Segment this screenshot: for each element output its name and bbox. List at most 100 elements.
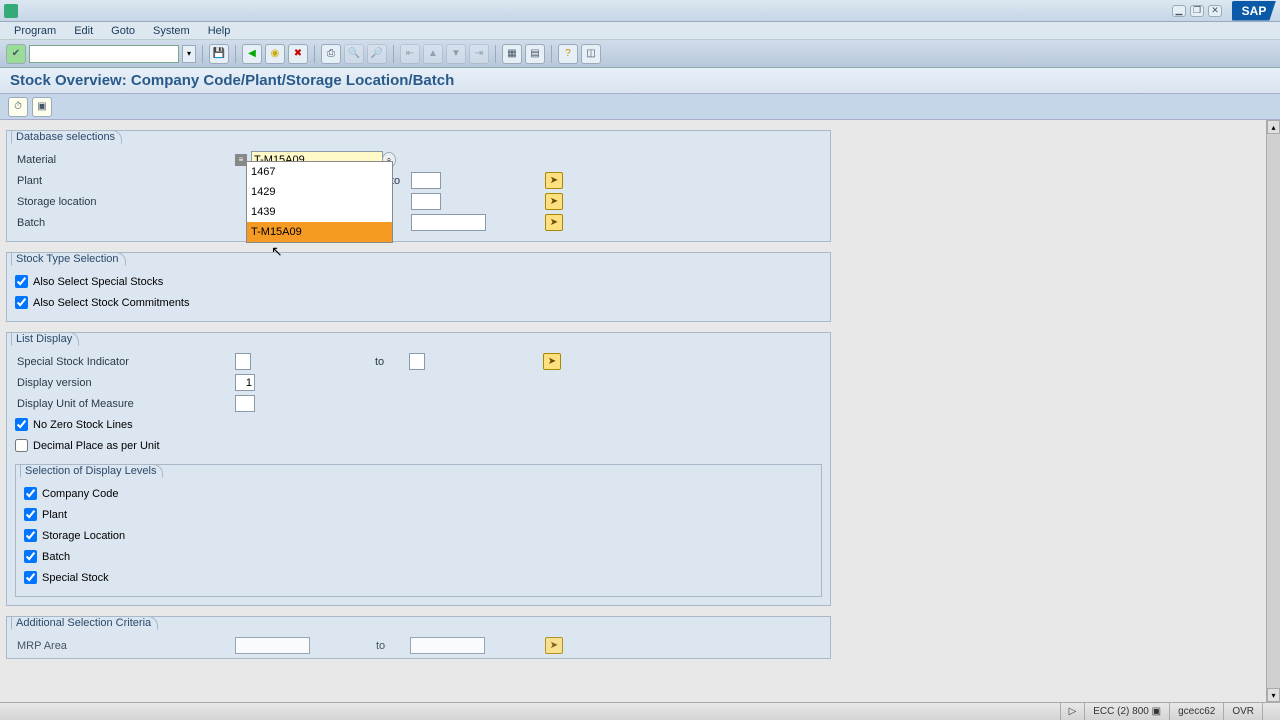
- group-database-selections: Database selections Material ≡ ⌕ Plant t…: [6, 130, 831, 242]
- page-title: Stock Overview: Company Code/Plant/Stora…: [0, 68, 1280, 94]
- label-no-zero: No Zero Stock Lines: [33, 419, 133, 431]
- minimize-icon[interactable]: ▁: [1172, 5, 1186, 17]
- status-mode: OVR: [1223, 703, 1262, 720]
- group-title-levels: Selection of Display Levels: [20, 464, 163, 478]
- sap-window-icon: [4, 4, 18, 18]
- dropdown-option[interactable]: 1467: [247, 162, 392, 182]
- back-icon[interactable]: ◀: [242, 44, 262, 64]
- sap-logo: SAP: [1232, 1, 1276, 21]
- menu-help[interactable]: Help: [200, 23, 239, 39]
- save-icon[interactable]: 💾: [209, 44, 229, 64]
- label-level: Company Code: [42, 488, 118, 500]
- menu-system[interactable]: System: [145, 23, 198, 39]
- group-stock-type: Stock Type Selection Also Select Special…: [6, 252, 831, 322]
- checkbox-special-stocks[interactable]: [15, 275, 28, 288]
- checkbox-level-storage[interactable]: [24, 529, 37, 542]
- menu-program[interactable]: Program: [6, 23, 64, 39]
- dropdown-option-selected[interactable]: T-M15A09: [247, 222, 392, 242]
- checkbox-no-zero[interactable]: [15, 418, 28, 431]
- mrp-multiselect-button[interactable]: ➤: [545, 637, 563, 654]
- batch-to-input[interactable]: [411, 214, 486, 231]
- ssi-to-input[interactable]: [409, 353, 425, 370]
- material-dropdown-list[interactable]: 1467 1429 1439 T-M15A09: [246, 161, 393, 243]
- checkbox-level-batch[interactable]: [24, 550, 37, 563]
- label-level: Storage Location: [42, 530, 125, 542]
- command-history-button[interactable]: ▾: [182, 45, 196, 63]
- dropdown-option[interactable]: 1439: [247, 202, 392, 222]
- find-icon[interactable]: 🔍: [344, 44, 364, 64]
- standard-toolbar: ✔ ▾ 💾 ◀ ◉ ✖ ⎙ 🔍 🔎 ⇤ ▲ ▼ ⇥ ▦ ▤ ? ◫: [0, 40, 1280, 68]
- label-uom: Display Unit of Measure: [15, 398, 235, 410]
- scroll-up-icon[interactable]: ▴: [1267, 120, 1280, 134]
- label-level: Batch: [42, 551, 70, 563]
- checkbox-level-company[interactable]: [24, 487, 37, 500]
- ssi-multiselect-button[interactable]: ➤: [543, 353, 561, 370]
- status-resize-icon: [1262, 703, 1280, 720]
- label-level: Plant: [42, 509, 67, 521]
- close-icon[interactable]: ✕: [1208, 5, 1222, 17]
- vertical-scrollbar[interactable]: ▴ ▾: [1266, 120, 1280, 702]
- label-storage: Storage location: [15, 196, 235, 208]
- exit-icon[interactable]: ◉: [265, 44, 285, 64]
- application-toolbar: ⏱ ▣: [0, 94, 1280, 120]
- find-next-icon[interactable]: 🔎: [367, 44, 387, 64]
- cancel-icon[interactable]: ✖: [288, 44, 308, 64]
- label-plant: Plant: [15, 175, 235, 187]
- checkbox-level-special[interactable]: [24, 571, 37, 584]
- first-page-icon[interactable]: ⇤: [400, 44, 420, 64]
- status-host: gcecc62: [1169, 703, 1223, 720]
- scroll-down-icon[interactable]: ▾: [1267, 688, 1280, 702]
- enter-button[interactable]: ✔: [6, 44, 26, 64]
- uom-input[interactable]: [235, 395, 255, 412]
- restore-icon[interactable]: ❐: [1190, 5, 1204, 17]
- storage-multiselect-button[interactable]: ➤: [545, 193, 563, 210]
- group-display-levels: Selection of Display Levels Company Code…: [15, 464, 822, 597]
- status-nav-icon[interactable]: ▷: [1060, 703, 1085, 720]
- prev-page-icon[interactable]: ▲: [423, 44, 443, 64]
- group-title-stype: Stock Type Selection: [11, 252, 126, 266]
- storage-to-input[interactable]: [411, 193, 441, 210]
- label-decimal: Decimal Place as per Unit: [33, 440, 160, 452]
- label-ssi: Special Stock Indicator: [15, 356, 235, 368]
- last-page-icon[interactable]: ⇥: [469, 44, 489, 64]
- label-level: Special Stock: [42, 572, 109, 584]
- command-field[interactable]: [29, 45, 179, 63]
- layout-icon[interactable]: ◫: [581, 44, 601, 64]
- status-client: ECC (2) 800 ▣: [1084, 703, 1169, 720]
- checkbox-decimal[interactable]: [15, 439, 28, 452]
- ssi-from-input[interactable]: [235, 353, 251, 370]
- menu-goto[interactable]: Goto: [103, 23, 143, 39]
- new-session-icon[interactable]: ▦: [502, 44, 522, 64]
- to-label: to: [369, 356, 409, 368]
- group-title-db: Database selections: [11, 130, 122, 144]
- to-label: to: [370, 640, 410, 652]
- execute-button[interactable]: ⏱: [8, 97, 28, 117]
- next-page-icon[interactable]: ▼: [446, 44, 466, 64]
- mrp-from-input[interactable]: [235, 637, 310, 654]
- label-mrp-area: MRP Area: [15, 640, 235, 652]
- shortcut-icon[interactable]: ▤: [525, 44, 545, 64]
- group-title-additional: Additional Selection Criteria: [11, 616, 158, 630]
- label-special-stocks: Also Select Special Stocks: [33, 276, 163, 288]
- checkbox-level-plant[interactable]: [24, 508, 37, 521]
- checkbox-stock-commitments[interactable]: [15, 296, 28, 309]
- batch-multiselect-button[interactable]: ➤: [545, 214, 563, 231]
- plant-to-input[interactable]: [411, 172, 441, 189]
- group-list-display: List Display Special Stock Indicator to …: [6, 332, 831, 606]
- plant-multiselect-button[interactable]: ➤: [545, 172, 563, 189]
- content-area: Database selections Material ≡ ⌕ Plant t…: [0, 120, 1266, 702]
- print-icon[interactable]: ⎙: [321, 44, 341, 64]
- status-bar: ▷ ECC (2) 800 ▣ gcecc62 OVR: [0, 702, 1280, 720]
- label-stock-commitments: Also Select Stock Commitments: [33, 297, 190, 309]
- window-titlebar: ▁ ❐ ✕ SAP: [0, 0, 1280, 22]
- dropdown-option[interactable]: 1429: [247, 182, 392, 202]
- help-icon[interactable]: ?: [558, 44, 578, 64]
- label-batch: Batch: [15, 217, 235, 229]
- menu-bar: Program Edit Goto System Help: [0, 22, 1280, 40]
- mrp-to-input[interactable]: [410, 637, 485, 654]
- display-version-input[interactable]: [235, 374, 255, 391]
- label-material: Material: [15, 154, 235, 166]
- menu-edit[interactable]: Edit: [66, 23, 101, 39]
- group-title-list: List Display: [11, 332, 79, 346]
- variant-button[interactable]: ▣: [32, 97, 52, 117]
